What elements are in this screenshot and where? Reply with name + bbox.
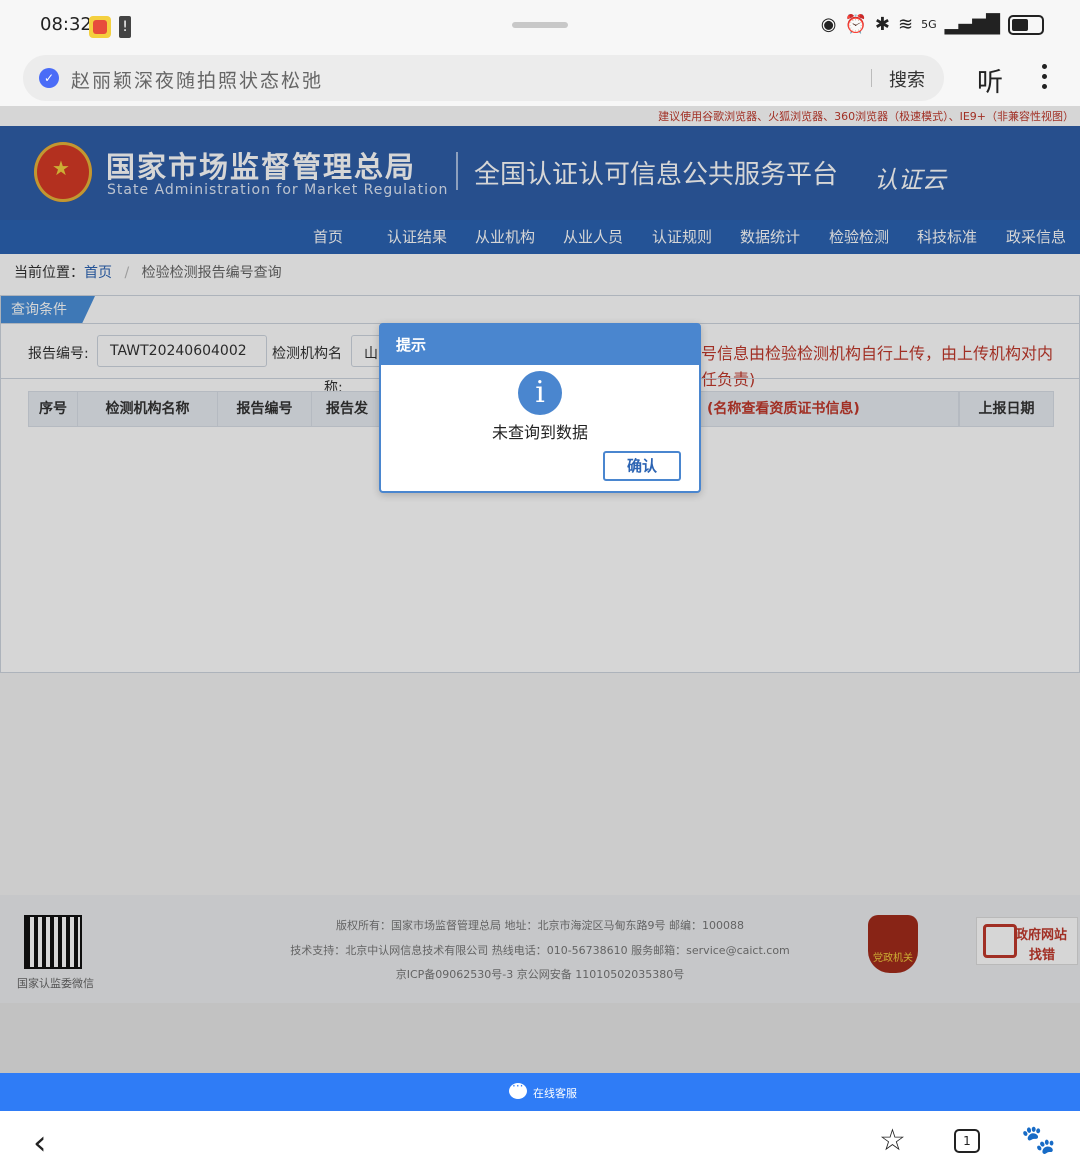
clock: 08:32	[40, 14, 92, 35]
shield-icon: ✓	[39, 68, 59, 88]
divider	[871, 69, 872, 87]
address-bar: ✓ 赵丽颖深夜随拍照状态松弛 搜索 听	[0, 54, 1080, 106]
baidu-paw-icon[interactable]: 🐾	[1021, 1123, 1056, 1156]
alert-dialog: 提示 i 未查询到数据 确认	[379, 323, 701, 493]
wifi-icon: ≋	[898, 14, 914, 35]
online-service-label: 在线客服	[533, 1087, 577, 1100]
app-notification-icon	[89, 16, 111, 38]
battery-icon	[1008, 14, 1044, 35]
back-icon[interactable]: ‹	[33, 1123, 47, 1163]
chat-bubble-icon	[509, 1079, 527, 1099]
bookmark-star-icon[interactable]: ☆	[879, 1123, 906, 1158]
bluetooth-icon: ✱	[874, 14, 890, 35]
network-label: 5G	[921, 18, 937, 31]
more-menu-icon[interactable]	[1041, 64, 1049, 94]
drag-handle[interactable]	[512, 22, 568, 28]
dialog-title: 提示	[381, 325, 699, 365]
search-query[interactable]: 赵丽颖深夜随拍照状态松弛	[71, 66, 323, 93]
modal-overlay	[0, 106, 1080, 1073]
status-bar: 08:32 ! ◉ ⏰ ✱ ≋ 5G ▂▄▆█	[0, 0, 1080, 54]
info-icon: i	[518, 371, 562, 415]
status-icons: ◉ ⏰ ✱ ≋ 5G ▂▄▆█	[821, 14, 1044, 35]
search-button[interactable]: 搜索	[889, 66, 925, 92]
address-field[interactable]: ✓ 赵丽颖深夜随拍照状态松弛 搜索	[23, 55, 944, 101]
signal-icon: ▂▄▆█	[944, 14, 1000, 35]
eye-icon: ◉	[820, 14, 837, 35]
confirm-button[interactable]: 确认	[603, 451, 681, 481]
tabs-icon[interactable]: 1	[954, 1129, 980, 1153]
alarm-icon: ⏰	[844, 14, 867, 35]
online-service-bar[interactable]: 在线客服	[0, 1073, 1080, 1111]
dialog-message: 未查询到数据	[491, 423, 588, 442]
browser-toolbar: ‹ ☆ 1 🐾	[0, 1111, 1080, 1174]
alert-notification-icon: !	[119, 16, 131, 38]
listen-button[interactable]: 听	[977, 62, 1003, 99]
